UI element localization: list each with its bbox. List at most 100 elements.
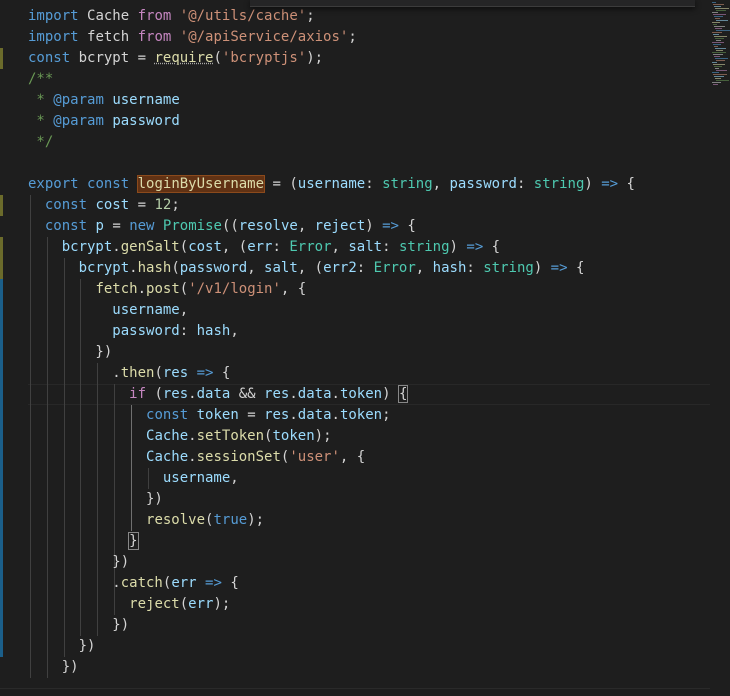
code-line[interactable]: password: hash, bbox=[28, 321, 238, 342]
code-token: { bbox=[221, 575, 239, 591]
code-line[interactable]: * @param username bbox=[28, 90, 180, 111]
minimap-line bbox=[712, 32, 722, 33]
code-token: => bbox=[601, 176, 619, 192]
code-line[interactable]: }) bbox=[28, 657, 79, 678]
code-line[interactable]: Cache.setToken(token); bbox=[28, 426, 331, 447]
code-line[interactable]: import fetch from '@/apiService/axios'; bbox=[28, 27, 357, 48]
code-token: fetch bbox=[95, 281, 138, 297]
code-token: ); bbox=[306, 50, 324, 66]
editor-bottom-edge bbox=[0, 688, 710, 689]
code-line[interactable]: username, bbox=[28, 468, 239, 489]
code-token: * bbox=[28, 113, 54, 129]
code-line[interactable]: const p = new Promise((resolve, reject) … bbox=[28, 216, 416, 237]
code-token: : bbox=[356, 260, 374, 276]
code-line[interactable]: }) bbox=[28, 342, 112, 363]
code-token: err2 bbox=[323, 260, 357, 276]
minimap-line bbox=[716, 30, 730, 31]
code-token: * bbox=[28, 92, 54, 108]
minimap-line bbox=[714, 46, 718, 47]
code-line[interactable]: /** bbox=[28, 69, 53, 90]
code-token: }) bbox=[28, 638, 96, 654]
code-line[interactable]: } bbox=[28, 531, 139, 552]
code-token: res bbox=[264, 386, 290, 402]
code-token: reject bbox=[314, 218, 366, 234]
code-token: username bbox=[112, 92, 180, 108]
code-token: const bbox=[44, 197, 88, 213]
code-line[interactable]: fetch.post('/v1/login', { bbox=[28, 279, 306, 300]
code-token: ( bbox=[179, 239, 189, 255]
code-line[interactable]: * @param password bbox=[28, 111, 180, 132]
code-token: = bbox=[238, 407, 265, 423]
minimap-line bbox=[713, 34, 719, 35]
code-token: , bbox=[432, 176, 450, 192]
minimap-line bbox=[713, 24, 717, 25]
code-token: password bbox=[112, 113, 180, 129]
code-line[interactable]: bcrypt.hash(password, salt, (err2: Error… bbox=[28, 258, 585, 279]
code-line[interactable]: username, bbox=[28, 300, 188, 321]
code-token: . bbox=[188, 449, 197, 465]
code-token: . bbox=[28, 575, 121, 591]
code-token: string bbox=[483, 260, 534, 276]
code-token: : bbox=[382, 239, 399, 255]
code-line[interactable]: const token = res.data.token; bbox=[28, 405, 391, 426]
code-line[interactable]: }) bbox=[28, 615, 129, 636]
code-token: : bbox=[516, 176, 534, 192]
minimap-line bbox=[712, 62, 717, 63]
code-token: const bbox=[146, 407, 189, 423]
code-token: }) bbox=[28, 554, 130, 570]
minimap-line bbox=[714, 26, 725, 27]
code-line[interactable]: export const loginByUsername = (username… bbox=[28, 174, 635, 195]
code-token: resolve bbox=[146, 512, 206, 528]
minimap-line bbox=[714, 16, 723, 17]
code-token: password bbox=[179, 260, 248, 276]
minimap-line bbox=[716, 80, 729, 81]
code-token: , { bbox=[280, 281, 307, 297]
code-token: . bbox=[112, 239, 121, 255]
code-token: = ( bbox=[264, 176, 298, 192]
code-token: , bbox=[230, 470, 239, 486]
code-token: cost bbox=[188, 239, 222, 255]
code-line[interactable]: import Cache from '@/utils/cache'; bbox=[28, 6, 315, 27]
code-line[interactable]: const cost = 12; bbox=[28, 195, 180, 216]
code-token: { bbox=[397, 385, 409, 403]
code-token: ; bbox=[382, 407, 391, 423]
minimap-scrollbar[interactable] bbox=[710, 0, 730, 696]
code-token: err bbox=[171, 575, 197, 591]
minimap-line bbox=[716, 10, 726, 11]
minimap-line bbox=[716, 40, 721, 41]
minimap-line bbox=[715, 8, 729, 9]
code-token: Error bbox=[289, 239, 332, 255]
code-line[interactable]: */ bbox=[28, 132, 53, 153]
code-token: loginByUsername bbox=[136, 175, 266, 193]
code-token: : bbox=[272, 239, 290, 255]
minimap-line bbox=[712, 2, 716, 3]
code-line[interactable]: reject(err); bbox=[28, 594, 230, 615]
code-token: { bbox=[618, 176, 635, 192]
minimap-line bbox=[716, 60, 725, 61]
code-line[interactable]: Cache.sessionSet('user', { bbox=[28, 447, 365, 468]
code-line[interactable]: }) bbox=[28, 636, 96, 657]
code-line[interactable]: }) bbox=[28, 489, 163, 510]
code-line[interactable]: if (res.data && res.data.token) { bbox=[28, 384, 409, 405]
code-line[interactable]: const bcrypt = require('bcryptjs'); bbox=[28, 48, 323, 69]
code-line[interactable]: bcrypt.genSalt(cost, (err: Error, salt: … bbox=[28, 237, 500, 258]
code-editor[interactable]: import Cache from '@/utils/cache'; import… bbox=[0, 0, 710, 696]
code-line[interactable]: .then(res => { bbox=[28, 363, 230, 384]
code-line[interactable]: .catch(err => { bbox=[28, 573, 239, 594]
code-line[interactable]: resolve(true); bbox=[28, 510, 264, 531]
code-token: ( bbox=[146, 386, 163, 402]
code-token: data bbox=[297, 407, 332, 423]
code-line[interactable]: }) bbox=[28, 552, 129, 573]
code-token: hash bbox=[432, 260, 467, 276]
code-token: . bbox=[28, 365, 121, 381]
code-token: { bbox=[213, 365, 231, 381]
gutter-change-markers bbox=[0, 0, 10, 696]
code-token: new bbox=[129, 218, 155, 234]
code-token: const bbox=[44, 218, 88, 234]
